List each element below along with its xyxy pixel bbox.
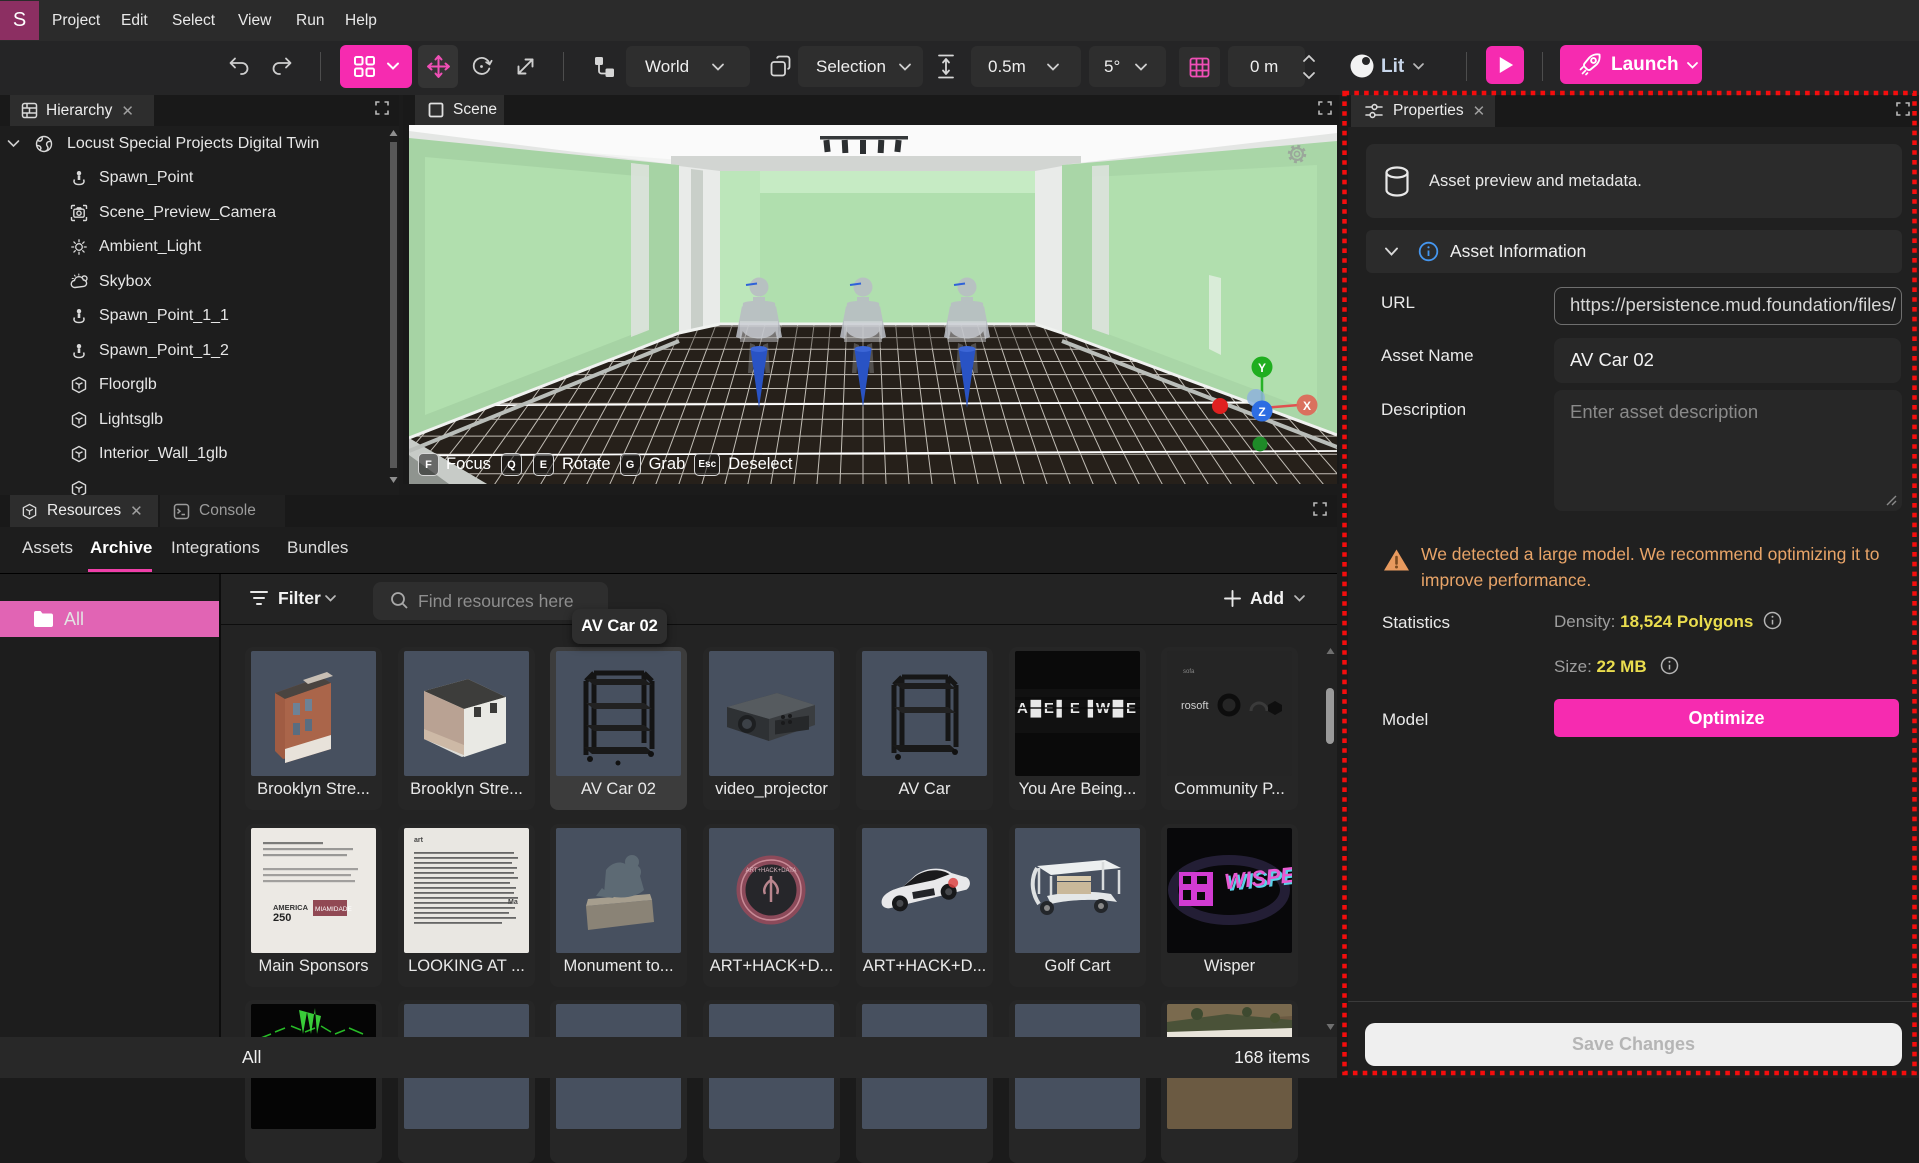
svg-text:Y: Y <box>1258 361 1266 375</box>
svg-text:X: X <box>1303 399 1311 413</box>
svg-text:rosoft: rosoft <box>1181 700 1209 712</box>
svg-text:MIAMIDADE: MIAMIDADE <box>315 906 353 913</box>
svg-text:art: art <box>414 837 424 844</box>
svg-text:ART+HACK+DATA: ART+HACK+DATA <box>746 868 797 874</box>
svg-text:250: 250 <box>273 912 291 924</box>
svg-text:Ma: Ma <box>508 899 518 906</box>
svg-text:sofa: sofa <box>1183 669 1195 675</box>
svg-text:Z: Z <box>1258 405 1265 419</box>
svg-text:AMERICA: AMERICA <box>273 903 309 912</box>
